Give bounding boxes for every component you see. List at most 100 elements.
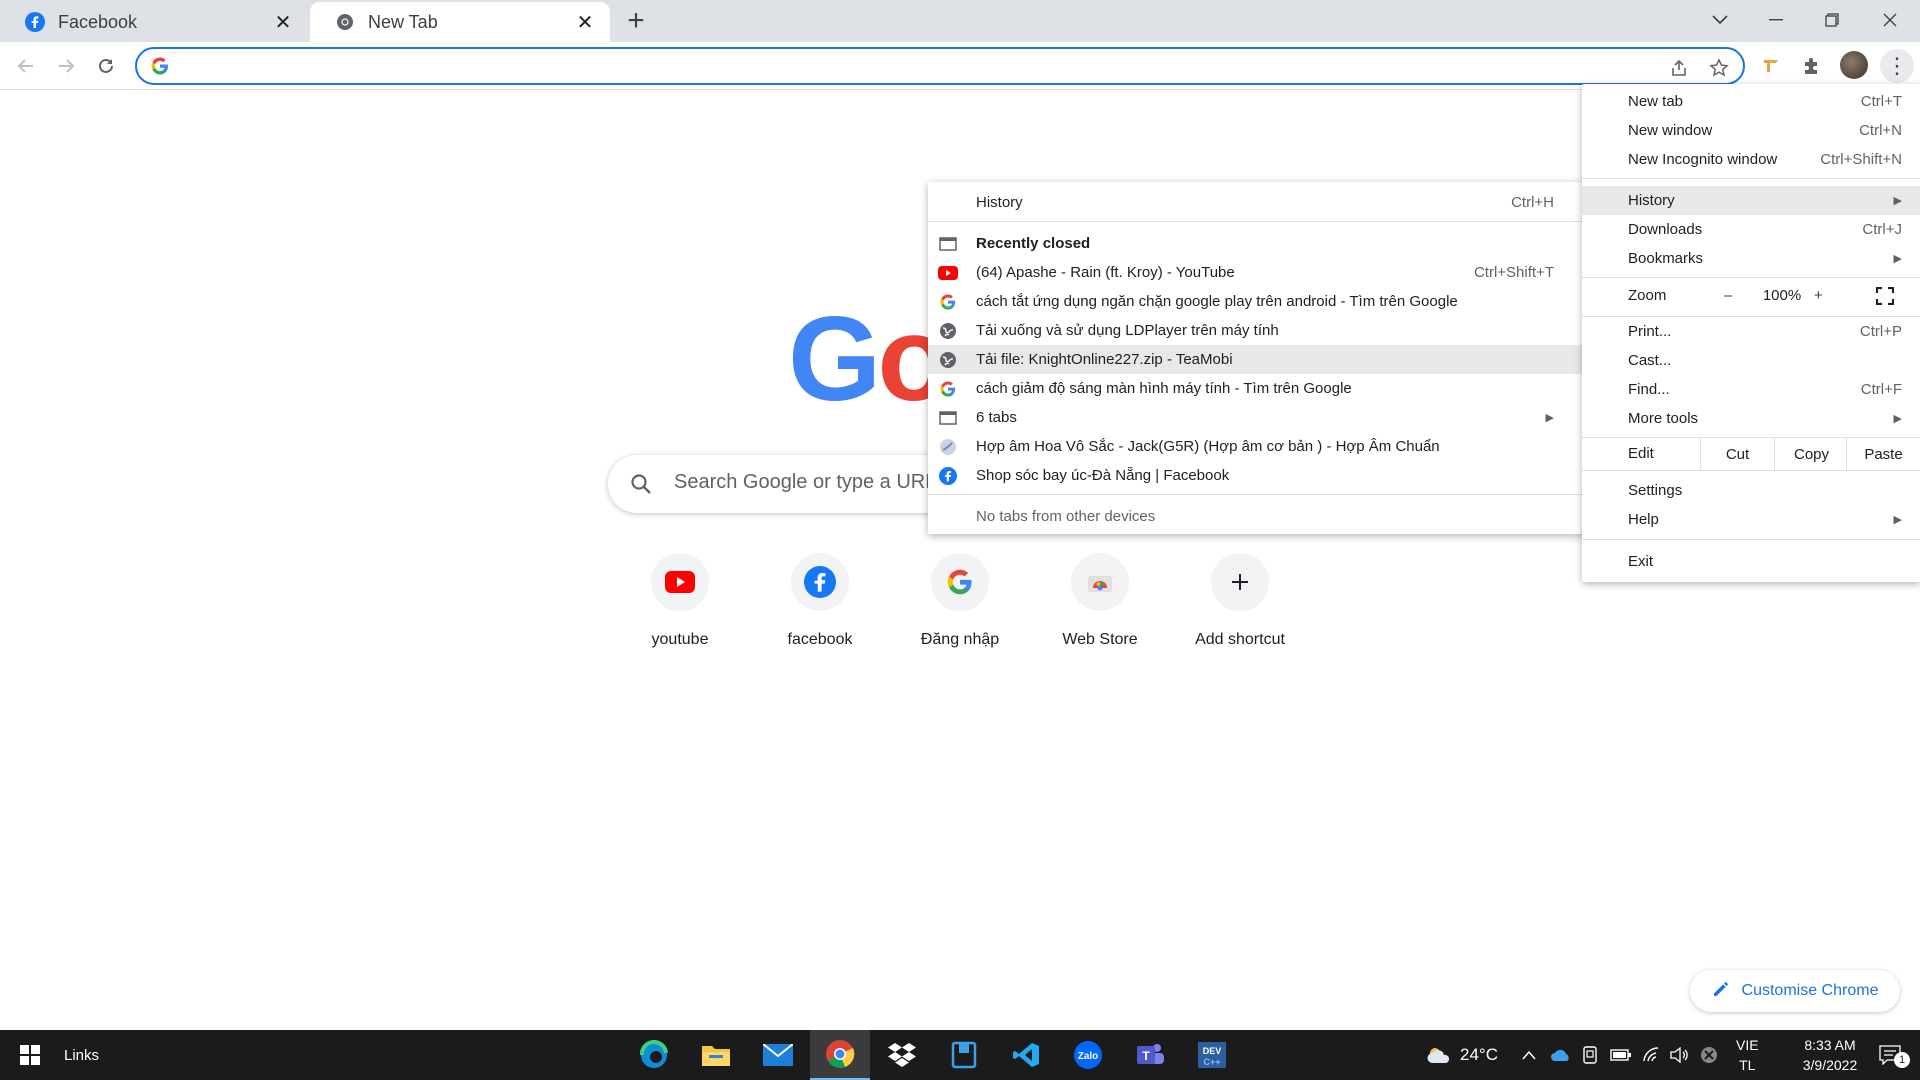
- shortcut-youtube[interactable]: youtube: [610, 553, 750, 649]
- recently-closed-item[interactable]: cách giảm độ sáng màn hình máy tính - Tì…: [928, 374, 1586, 403]
- notification-icon[interactable]: 1: [1870, 1030, 1910, 1080]
- restore-button[interactable]: [1804, 0, 1860, 40]
- onedrive-icon[interactable]: [1550, 1030, 1572, 1080]
- device-icon[interactable]: [1582, 1030, 1598, 1080]
- shortcut-dang-nhap[interactable]: Đăng nhập: [890, 553, 1030, 649]
- share-icon[interactable]: [1667, 56, 1691, 80]
- puzzle-icon[interactable]: [1796, 51, 1826, 81]
- svg-text:T: T: [1142, 1049, 1150, 1063]
- shortcut-web-store[interactable]: Web Store: [1030, 553, 1170, 649]
- teams-icon[interactable]: T: [1120, 1030, 1180, 1080]
- new-tab-button[interactable]: +: [622, 6, 650, 36]
- fullscreen-icon[interactable]: [1875, 286, 1895, 309]
- copy-button[interactable]: Copy: [1774, 438, 1848, 470]
- input-language[interactable]: VIE TL: [1736, 1030, 1759, 1080]
- menu-item-bookmarks[interactable]: Bookmarks ▶: [1582, 244, 1920, 273]
- history-menu-item[interactable]: History Ctrl+H: [928, 188, 1586, 217]
- menu-item-cast[interactable]: Cast...: [1582, 346, 1920, 375]
- paste-button[interactable]: Paste: [1846, 438, 1920, 470]
- cut-button[interactable]: Cut: [1700, 438, 1774, 470]
- google-icon: [938, 379, 958, 399]
- svg-text:C++: C++: [1203, 1057, 1220, 1067]
- language-code: VIE: [1736, 1037, 1759, 1053]
- shortcut-label: facebook: [787, 631, 853, 648]
- menu-item-settings[interactable]: Settings: [1582, 476, 1920, 505]
- cloud-sun-icon: [1427, 1048, 1450, 1063]
- chevron-up-icon[interactable]: [1522, 1030, 1536, 1080]
- weather-widget[interactable]: 24°C: [1426, 1030, 1498, 1080]
- battery-icon[interactable]: [1610, 1030, 1632, 1080]
- close-icon[interactable]: ✕: [272, 11, 294, 34]
- recently-closed-item[interactable]: 6 tabs ▶: [928, 403, 1586, 432]
- extension-icon[interactable]: [1756, 51, 1786, 81]
- history-submenu: History Ctrl+H Recently closed (64) Apas…: [928, 182, 1586, 534]
- reload-button[interactable]: [90, 50, 122, 82]
- vscode-icon[interactable]: [996, 1030, 1056, 1080]
- customise-chrome-button[interactable]: Customise Chrome: [1690, 970, 1900, 1012]
- tab-new-tab[interactable]: New Tab ✕: [310, 2, 610, 42]
- zoom-label: Zoom: [1628, 287, 1667, 304]
- address-bar[interactable]: [135, 47, 1745, 85]
- plus-icon: [1211, 553, 1269, 611]
- menu-item-exit[interactable]: Exit: [1582, 547, 1920, 576]
- chevron-right-icon: ▶: [1545, 412, 1554, 424]
- separator: [928, 494, 1586, 495]
- window-icon: [938, 408, 958, 428]
- menu-item-print[interactable]: Print... Ctrl+P: [1582, 317, 1920, 346]
- menu-item-history[interactable]: History ▶: [1582, 186, 1920, 215]
- tab-facebook[interactable]: Facebook ✕: [0, 2, 308, 42]
- volume-icon[interactable]: [1670, 1030, 1690, 1080]
- menu-item-new-tab[interactable]: New tab Ctrl+T: [1582, 87, 1920, 116]
- file-explorer-icon[interactable]: [686, 1030, 746, 1080]
- zoom-in-button[interactable]: +: [1814, 287, 1823, 304]
- menu-item-find[interactable]: Find... Ctrl+F: [1582, 375, 1920, 404]
- zalo-icon[interactable]: Zalo: [1058, 1030, 1118, 1080]
- search-input[interactable]: Search Google or type a URL: [674, 471, 936, 494]
- menu-item-new-window[interactable]: New window Ctrl+N: [1582, 116, 1920, 145]
- google-icon: [931, 553, 989, 611]
- recently-closed-item[interactable]: (64) Apashe - Rain (ft. Kroy) - YouTube …: [928, 258, 1586, 287]
- star-icon[interactable]: [1707, 56, 1731, 80]
- shortcut-facebook[interactable]: facebook: [750, 553, 890, 649]
- recently-closed-item[interactable]: Shop sóc bay úc-Đà Nẵng | Facebook: [928, 461, 1586, 490]
- taskbar: Links Zalo T DEV C++ 24°C VIE TL 8:33 AM…: [0, 1030, 1920, 1080]
- mail-icon[interactable]: [748, 1030, 808, 1080]
- close-icon[interactable]: ✕: [574, 11, 596, 34]
- windows-start-icon[interactable]: [0, 1030, 60, 1080]
- zoom-out-button[interactable]: –: [1724, 287, 1732, 304]
- shortcut-add[interactable]: Add shortcut: [1170, 553, 1310, 649]
- wifi-icon[interactable]: [1642, 1030, 1662, 1080]
- minimize-button[interactable]: [1748, 0, 1804, 40]
- menu-item-more-tools[interactable]: More tools ▶: [1582, 404, 1920, 433]
- shortcut-label: Web Store: [1062, 631, 1138, 648]
- blocked-icon[interactable]: [1700, 1030, 1718, 1080]
- links-toolbar[interactable]: Links: [64, 1030, 99, 1080]
- dropbox-icon[interactable]: [872, 1030, 932, 1080]
- tab-search-icon[interactable]: [1692, 0, 1748, 40]
- menu-item-new-incognito[interactable]: New Incognito window Ctrl+Shift+N: [1582, 145, 1920, 174]
- close-window-button[interactable]: [1862, 0, 1918, 40]
- shortcut-label: Add shortcut: [1195, 631, 1285, 648]
- recently-closed-item[interactable]: Hợp âm Hoa Vô Sắc - Jack(G5R) (Hợp âm cơ…: [928, 432, 1586, 461]
- avatar[interactable]: [1840, 51, 1868, 79]
- separator: [1582, 178, 1920, 179]
- edge-icon[interactable]: [624, 1030, 684, 1080]
- menu-item-downloads[interactable]: Downloads Ctrl+J: [1582, 215, 1920, 244]
- more-vert-icon[interactable]: ⋮: [1880, 49, 1914, 83]
- recently-closed-item[interactable]: cách tắt ứng dụng ngăn chặn google play …: [928, 287, 1586, 316]
- chrome-taskbar-icon[interactable]: [810, 1030, 870, 1080]
- notification-count: 1: [1894, 1052, 1910, 1068]
- forward-button[interactable]: [50, 50, 82, 82]
- clock[interactable]: 8:33 AM 3/9/2022: [1780, 1030, 1880, 1080]
- globe-icon: [938, 321, 958, 341]
- facebook-icon: [938, 466, 958, 486]
- app-icon[interactable]: [934, 1030, 994, 1080]
- menu-item-help[interactable]: Help ▶: [1582, 505, 1920, 534]
- devc-icon[interactable]: DEV C++: [1182, 1030, 1242, 1080]
- facebook-icon: [791, 553, 849, 611]
- tab-title: New Tab: [368, 11, 438, 32]
- recently-closed-item[interactable]: Tải xuống và sử dụng LDPlayer trên máy t…: [928, 316, 1586, 345]
- recently-closed-item[interactable]: Tải file: KnightOnline227.zip - TeaMobi: [928, 345, 1586, 374]
- chrome-icon: [334, 11, 356, 33]
- back-button[interactable]: [10, 50, 42, 82]
